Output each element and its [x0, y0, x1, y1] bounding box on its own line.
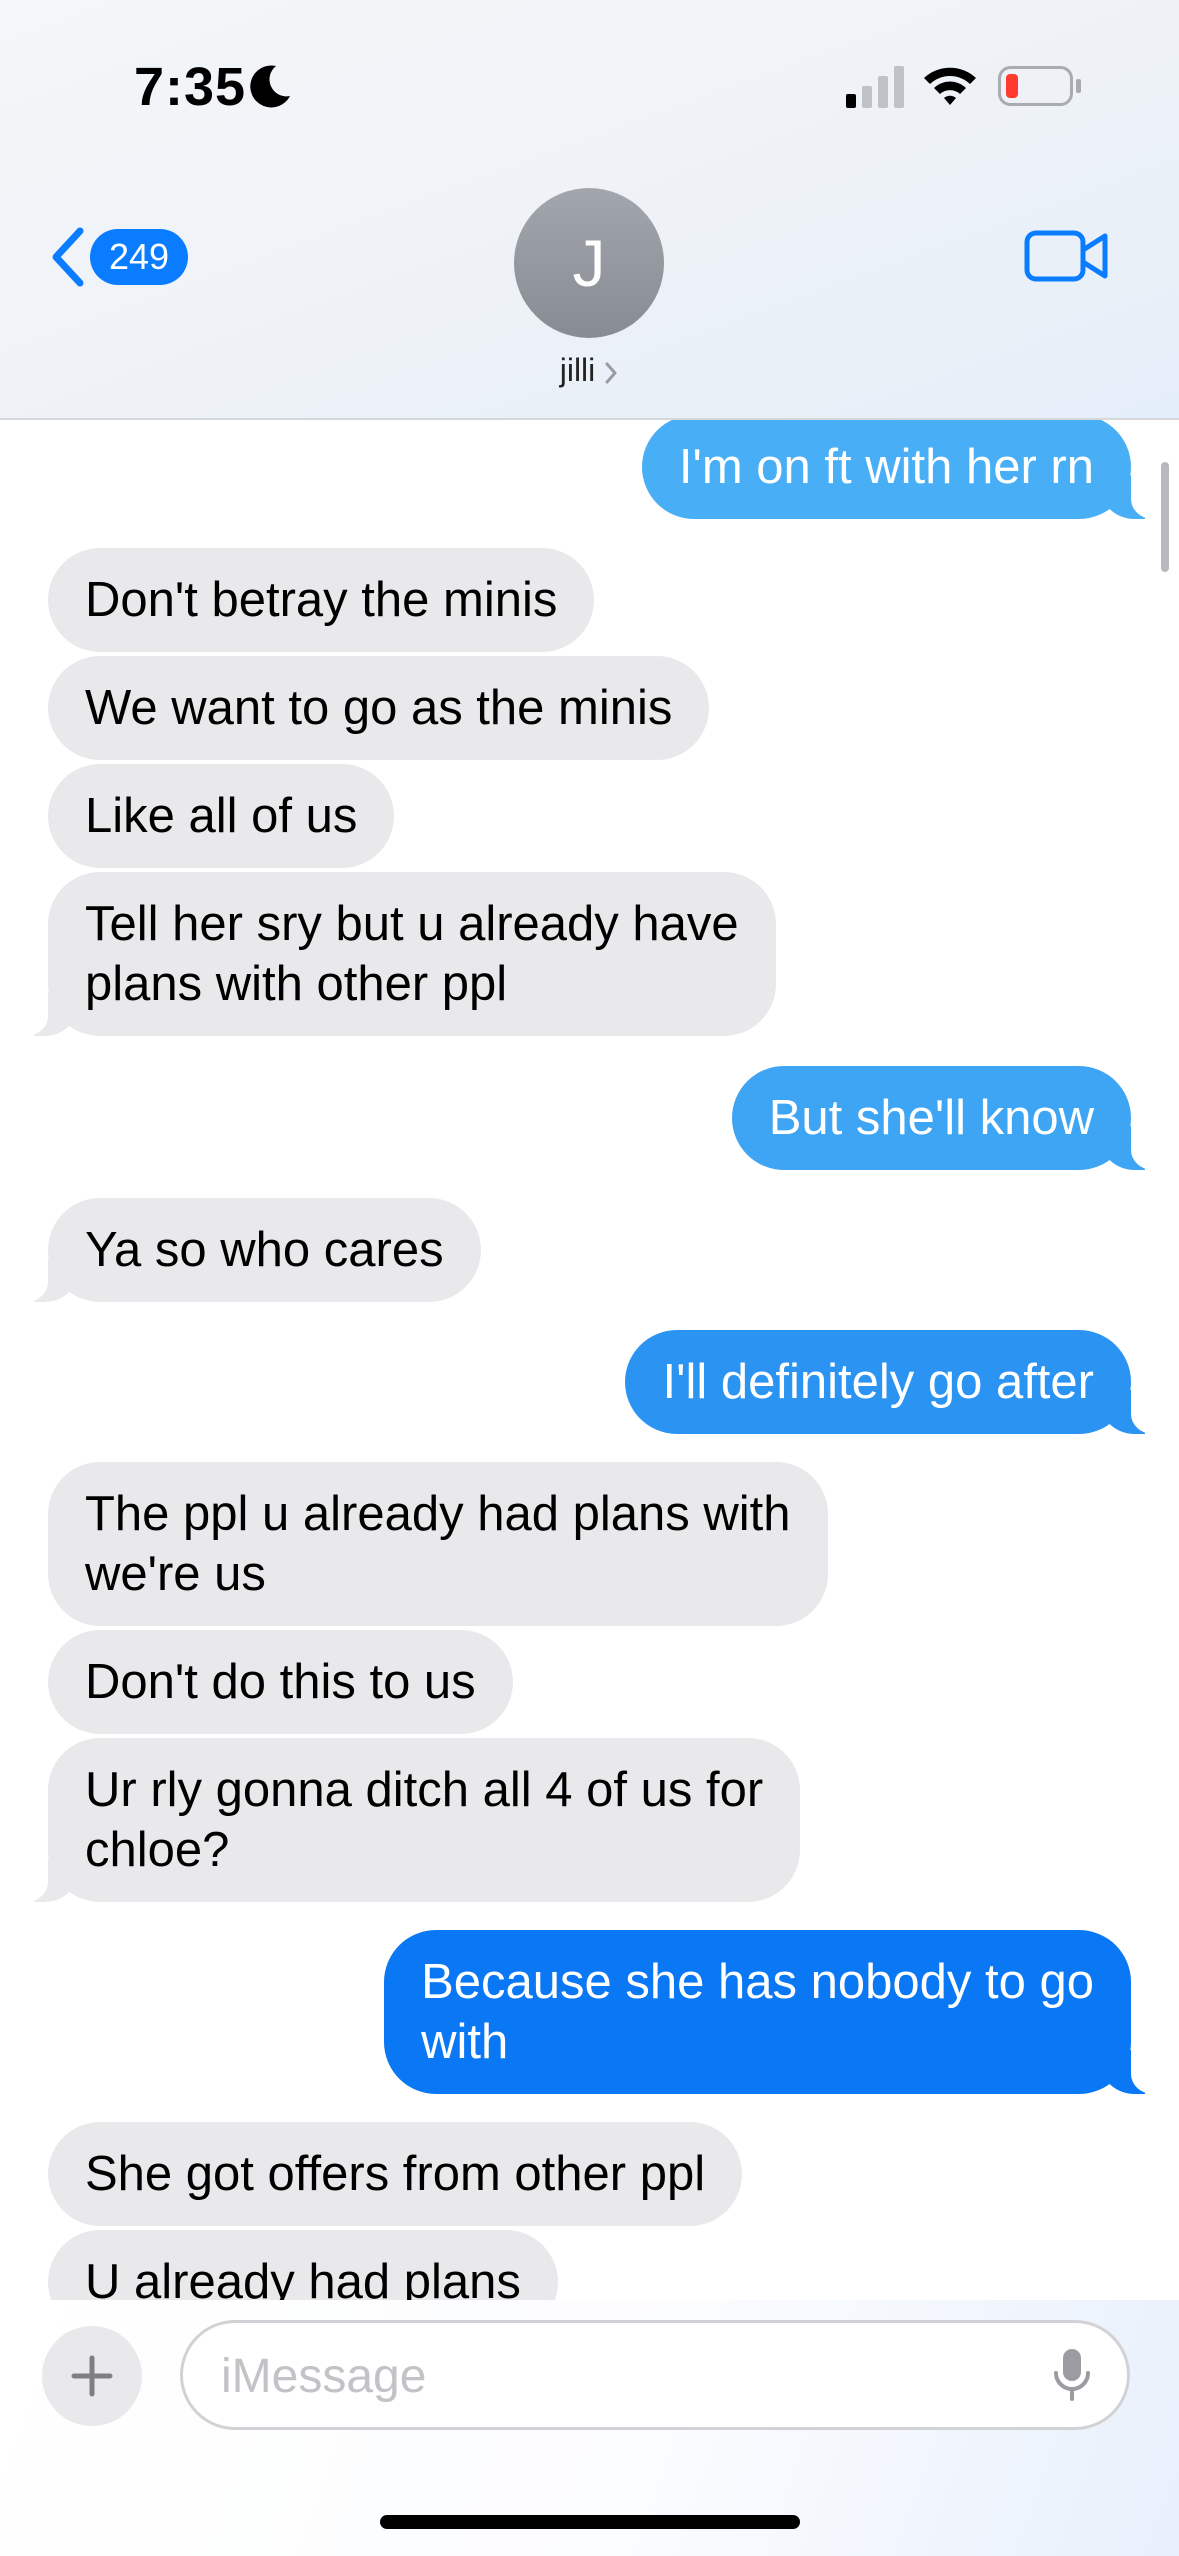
apps-plus-button[interactable] — [42, 2326, 142, 2426]
conversation-header: 7:35 249 J jilli — [0, 0, 1179, 420]
message-bubble-incoming[interactable]: The ppl u already had plans with we're u… — [48, 1462, 828, 1626]
imessage-input[interactable]: iMessage — [180, 2320, 1130, 2430]
message-bubble-incoming[interactable]: We want to go as the minis — [48, 656, 710, 760]
contact-name-button[interactable]: jilli — [0, 352, 1179, 389]
contact-name: jilli — [559, 352, 596, 388]
message-bubble-incoming[interactable]: Like all of us — [48, 764, 395, 868]
avatar-initial: J — [572, 226, 606, 300]
chevron-right-icon — [605, 362, 617, 384]
moon-icon — [250, 65, 290, 108]
back-button[interactable]: 249 — [46, 222, 188, 292]
message-bubble-outgoing[interactable]: I'll definitely go after — [625, 1330, 1159, 1434]
status-time: 7:35 — [134, 57, 247, 117]
input-placeholder: iMessage — [221, 2350, 427, 2403]
home-indicator[interactable] — [380, 2515, 800, 2529]
message-bubble-outgoing[interactable]: Because she has nobody to go with — [384, 1930, 1159, 2094]
message-bubble-outgoing[interactable]: I'm on ft with her rn — [641, 415, 1160, 519]
battery-icon — [998, 66, 1081, 106]
message-bubble-incoming[interactable]: Don't do this to us — [48, 1630, 513, 1734]
plus-icon — [71, 2355, 113, 2397]
message-bubble-incoming[interactable]: Tell her sry but u already have plans wi… — [20, 872, 776, 1036]
microphone-icon[interactable] — [1053, 2347, 1091, 2403]
unread-count-badge: 249 — [90, 229, 188, 285]
wifi-icon — [924, 67, 976, 105]
message-bubble-incoming[interactable]: Ya so who cares — [20, 1198, 481, 1302]
message-bubble-outgoing[interactable]: But she'll know — [731, 1066, 1160, 1170]
contact-avatar[interactable]: J — [514, 188, 664, 338]
message-bubble-incoming[interactable]: U already had plans — [48, 2230, 558, 2300]
message-bubble-incoming[interactable]: Ur rly gonna ditch all 4 of us for chloe… — [19, 1738, 801, 1902]
scroll-indicator[interactable] — [1161, 462, 1169, 572]
message-bubble-incoming[interactable]: Don't betray the minis — [48, 548, 595, 652]
chevron-left-icon — [52, 227, 84, 287]
video-camera-icon[interactable] — [1024, 228, 1108, 284]
message-bubble-incoming[interactable]: She got offers from other ppl — [48, 2122, 743, 2226]
cellular-signal-icon — [846, 66, 904, 108]
